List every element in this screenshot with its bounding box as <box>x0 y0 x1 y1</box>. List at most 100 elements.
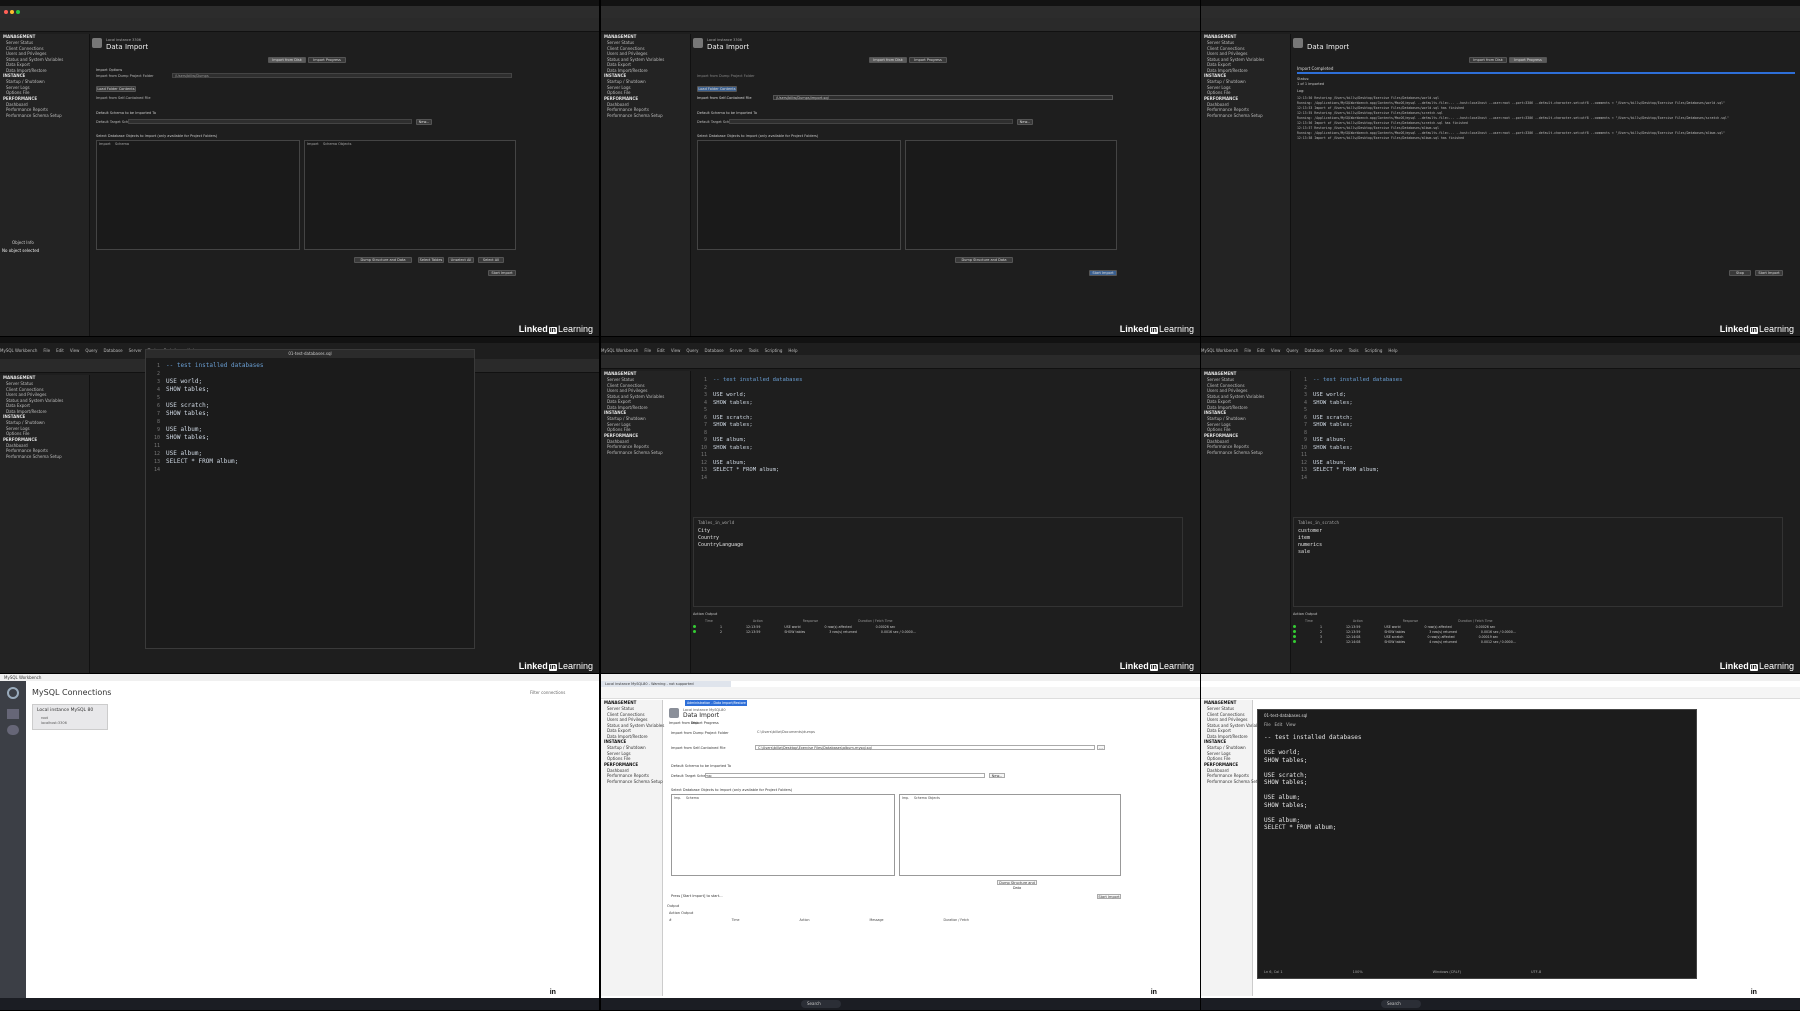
file-path-input[interactable]: /Users/billw/Dumps/import.sql <box>773 95 1113 100</box>
select-all-button[interactable]: Select All <box>478 257 504 263</box>
new-schema-button[interactable]: New... <box>989 773 1005 778</box>
sidebar-item[interactable]: Performance Schema Setup <box>601 779 663 785</box>
menu-item[interactable]: View <box>671 348 681 353</box>
start-import-button[interactable]: Start Import <box>1097 894 1121 899</box>
browse-button[interactable]: … <box>1097 745 1105 750</box>
menu-item[interactable]: Server <box>730 348 743 353</box>
schema-list[interactable]: Import Schema <box>96 140 300 250</box>
tab-import-from-disk[interactable]: Import from Disk <box>268 57 306 63</box>
admin-data-import-tab[interactable]: Administration - Data Import/Restore <box>685 700 747 706</box>
tab-import-progress[interactable]: Import Progress <box>691 721 719 725</box>
action-output-select[interactable]: Action Output <box>669 911 693 915</box>
tab-import-from-disk[interactable]: Import from Disk <box>869 57 907 63</box>
result-grid[interactable]: Tables_in_scratch customer item numerics sa… <box>1293 517 1783 607</box>
menu-item[interactable]: File <box>644 348 651 353</box>
unselect-all-button[interactable]: Unselect All <box>448 257 474 263</box>
tab-import-from-disk[interactable]: Import from Disk <box>1469 57 1507 63</box>
minimize-window-icon[interactable] <box>10 10 14 14</box>
tab-import-progress[interactable]: Import Progress <box>909 57 947 63</box>
target-schema-select[interactable] <box>729 119 1013 124</box>
sidebar-item[interactable]: Performance Reports <box>1201 773 1252 779</box>
result-grid[interactable]: Tables_in_world City Country CountryLangua… <box>693 517 1183 607</box>
menu-file[interactable]: File <box>1264 722 1271 727</box>
app-menu[interactable]: MySQL Workbench <box>0 348 37 353</box>
menu-item[interactable]: Server <box>129 348 142 353</box>
menu-item[interactable]: Query <box>686 348 698 353</box>
load-folder-button[interactable]: Load Folder Contents <box>697 86 737 92</box>
menu-item[interactable]: Database <box>104 348 123 353</box>
new-schema-button[interactable]: New... <box>416 119 432 125</box>
start-import-button[interactable]: Start Import <box>1089 270 1117 276</box>
tab-import-progress[interactable]: Import Progress <box>1509 57 1547 63</box>
close-window-icon[interactable] <box>4 10 8 14</box>
taskbar-search[interactable]: Search <box>801 1000 841 1008</box>
menu-item[interactable]: Database <box>705 348 724 353</box>
menu-item[interactable]: Query <box>85 348 97 353</box>
schema-objects-list[interactable]: Imp. Schema Objects <box>899 794 1121 876</box>
stop-button[interactable]: Stop <box>1729 270 1751 276</box>
target-schema-select[interactable] <box>705 773 985 778</box>
dump-structure-select[interactable]: Dump Structure and Data <box>354 257 412 263</box>
connection-tile[interactable]: Local instance MySQL 80 root localhost:3… <box>32 704 108 730</box>
sidebar-item[interactable]: Performance Schema Setup <box>1201 779 1263 785</box>
menu-edit[interactable]: Edit <box>1275 722 1283 727</box>
zoom-window-icon[interactable] <box>16 10 20 14</box>
menu-item[interactable]: Edit <box>657 348 665 353</box>
sidebar-item[interactable]: Performance Schema Setup <box>1201 450 1290 456</box>
sidebar-item[interactable]: Performance Schema Setup <box>601 450 690 456</box>
menu-item[interactable]: Scripting <box>1365 348 1383 353</box>
menu-item[interactable]: Help <box>788 348 797 353</box>
schema-objects-list[interactable] <box>905 140 1117 250</box>
menu-item[interactable]: Edit <box>1257 348 1265 353</box>
filter-connections[interactable]: Filter connections <box>530 690 565 695</box>
start-import-button[interactable]: Start Import <box>1755 270 1783 276</box>
app-menu[interactable]: MySQL Workbench <box>601 348 638 353</box>
dump-structure-select[interactable]: Dump Structure and Data <box>997 880 1037 890</box>
file-path-input[interactable]: C:\Users\billw\Desktop\Exercise Files\Da… <box>755 745 1095 750</box>
sidebar-item[interactable]: Startup / Shutdown <box>1201 745 1252 751</box>
folder-path-input[interactable]: C:\Users\billw\Documents\dumps <box>757 730 815 734</box>
load-folder-button[interactable]: Load Folder Contents <box>96 86 136 92</box>
target-schema-select[interactable] <box>128 119 412 124</box>
radio-self-contained[interactable]: Import from Self-Contained File <box>697 96 752 100</box>
code-area[interactable]: 1 -- test installed databases 2 3 USE world;… <box>1293 377 1793 489</box>
start-import-button[interactable]: Start Import <box>488 270 516 276</box>
home-icon[interactable] <box>7 687 19 699</box>
radio-dump-folder[interactable]: Import from Dump Project Folder <box>671 731 729 735</box>
schema-list[interactable]: Imp. Schema <box>671 794 895 876</box>
menu-item[interactable]: Edit <box>56 348 64 353</box>
radio-self-contained[interactable]: Import from Self-Contained File <box>96 96 151 100</box>
menu-item[interactable]: Tools <box>1349 348 1359 353</box>
taskbar-search[interactable]: Search <box>1381 1000 1421 1008</box>
sidebar-item[interactable]: Performance Schema Setup <box>0 454 89 460</box>
radio-dump-folder[interactable]: Import from Dump Project Folder <box>96 74 154 78</box>
app-menu[interactable]: MySQL Workbench <box>1201 348 1238 353</box>
menu-item[interactable]: Query <box>1286 348 1298 353</box>
tab-import-progress[interactable]: Import Progress <box>308 57 346 63</box>
folder-path-input[interactable]: /Users/billw/Dumps <box>172 73 512 78</box>
dump-structure-select[interactable]: Dump Structure and Data <box>955 257 1013 263</box>
sidebar-item[interactable]: Users and Privileges <box>1201 717 1252 723</box>
menu-view[interactable]: View <box>1286 722 1296 727</box>
menu-item[interactable]: File <box>1244 348 1251 353</box>
menu-item[interactable]: Database <box>1305 348 1324 353</box>
code-area[interactable]: 1 -- test installed databases 2 3 USE world;… <box>693 377 1193 489</box>
new-schema-button[interactable]: New... <box>1017 119 1033 125</box>
sidebar-item[interactable]: Performance Schema Setup <box>601 113 690 119</box>
radio-dump-folder[interactable]: Import from Dump Project Folder <box>697 74 755 78</box>
object-info-tab[interactable]: Object Info <box>0 240 89 245</box>
models-icon[interactable] <box>7 709 19 719</box>
select-tables-button[interactable]: Select Tables <box>418 257 444 263</box>
menu-item[interactable]: View <box>70 348 80 353</box>
menu-item[interactable]: Help <box>1388 348 1397 353</box>
notepad-text[interactable]: -- test installed databases USE world; SHO… <box>1264 734 1684 832</box>
menu-item[interactable]: View <box>1271 348 1281 353</box>
menu-item[interactable]: Tools <box>749 348 759 353</box>
menu-item[interactable]: Scripting <box>765 348 783 353</box>
sidebar-item[interactable]: Performance Schema Setup <box>0 113 89 119</box>
radio-self-contained[interactable]: Import from Self-Contained File <box>671 746 726 750</box>
schema-list[interactable] <box>697 140 901 250</box>
code-area[interactable]: 1 -- test installed databases 2 3 USE world;… <box>146 362 474 474</box>
migration-icon[interactable] <box>7 725 19 735</box>
menu-item[interactable]: Server <box>1330 348 1343 353</box>
